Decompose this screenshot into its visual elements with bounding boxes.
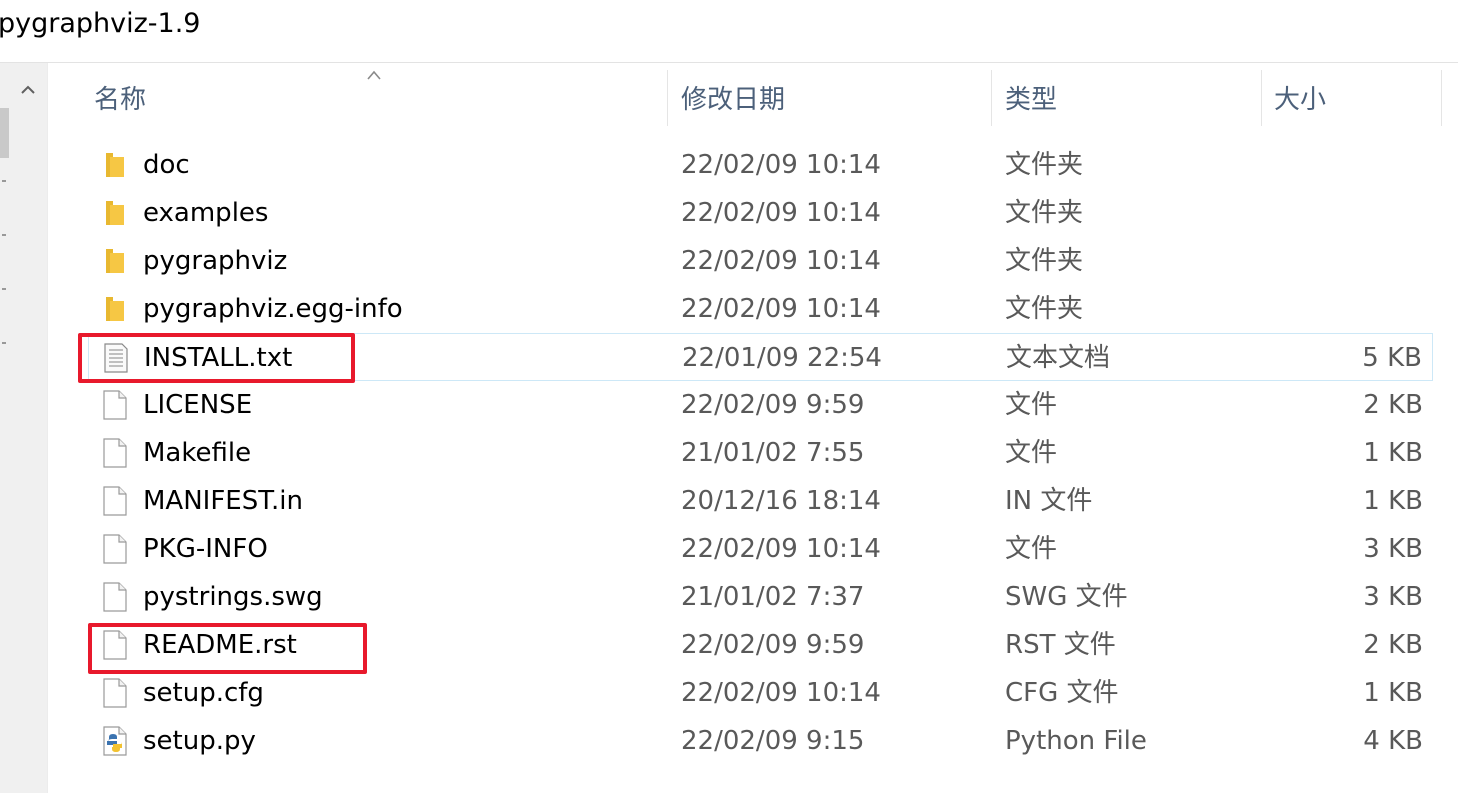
folder-icon <box>102 150 128 180</box>
file-row[interactable]: pygraphviz 22/02/09 10:14 文件夹 <box>88 237 1433 285</box>
file-row[interactable]: pygraphviz.egg-info 22/02/09 10:14 文件夹 <box>88 285 1433 333</box>
file-modified-date: 21/01/02 7:37 <box>681 582 865 612</box>
nav-pane-scrollbar[interactable] <box>0 63 47 793</box>
file-row[interactable]: setup.py 22/02/09 9:15 Python File 4 KB <box>88 717 1433 765</box>
file-row[interactable]: LICENSE 22/02/09 9:59 文件 2 KB <box>88 381 1433 429</box>
file-type: 文件夹 <box>1005 246 1084 276</box>
file-size: 3 KB <box>1363 534 1423 564</box>
file-size: 1 KB <box>1363 678 1423 708</box>
sort-ascending-icon <box>366 66 382 80</box>
column-header-date[interactable]: 修改日期 <box>681 80 785 120</box>
file-row[interactable]: Makefile 21/01/02 7:55 文件 1 KB <box>88 429 1433 477</box>
file-icon <box>102 678 128 708</box>
column-header-type[interactable]: 类型 <box>1005 80 1057 120</box>
file-name: pygraphviz.egg-info <box>143 294 403 324</box>
file-modified-date: 22/02/09 10:14 <box>681 294 881 324</box>
file-type: 文件 <box>1005 534 1058 564</box>
file-size: 2 KB <box>1363 390 1423 420</box>
column-header-size[interactable]: 大小 <box>1274 80 1326 120</box>
file-type: CFG 文件 <box>1005 678 1119 708</box>
python-file-icon <box>102 726 128 756</box>
file-type: RST 文件 <box>1005 630 1116 660</box>
file-modified-date: 22/02/09 10:14 <box>681 150 881 180</box>
file-icon <box>102 534 128 564</box>
column-divider[interactable] <box>667 70 668 126</box>
column-header-name[interactable]: 名称 <box>94 80 146 120</box>
file-row[interactable]: pystrings.swg 21/01/02 7:37 SWG 文件 3 KB <box>88 573 1433 621</box>
file-modified-date: 22/02/09 9:59 <box>681 390 865 420</box>
folder-icon <box>102 294 128 324</box>
file-row[interactable]: doc 22/02/09 10:14 文件夹 <box>88 141 1433 189</box>
file-row[interactable]: examples 22/02/09 10:14 文件夹 <box>88 189 1433 237</box>
title-separator <box>0 62 1458 63</box>
file-modified-date: 22/02/09 10:14 <box>681 678 881 708</box>
file-modified-date: 22/02/09 9:15 <box>681 726 865 756</box>
file-size: 2 KB <box>1363 630 1423 660</box>
file-icon <box>102 390 128 420</box>
file-size: 1 KB <box>1363 486 1423 516</box>
nav-pane-marker <box>2 288 6 290</box>
file-icon <box>102 438 128 468</box>
file-name: doc <box>143 150 190 180</box>
file-type: SWG 文件 <box>1005 582 1128 612</box>
file-name: LICENSE <box>143 390 253 420</box>
file-name: examples <box>143 198 269 228</box>
chevron-up-icon[interactable] <box>10 72 46 108</box>
file-icon <box>102 486 128 516</box>
file-size: 1 KB <box>1363 438 1423 468</box>
file-modified-date: 22/02/09 10:14 <box>681 534 881 564</box>
file-modified-date: 22/02/09 9:59 <box>681 630 865 660</box>
column-divider[interactable] <box>991 70 992 126</box>
column-divider[interactable] <box>1261 70 1262 126</box>
annotation-highlight-box <box>78 333 355 383</box>
file-name: pystrings.swg <box>143 582 323 612</box>
file-modified-date: 20/12/16 18:14 <box>681 486 881 516</box>
nav-pane-marker <box>2 234 6 236</box>
file-size: 4 KB <box>1363 726 1423 756</box>
nav-pane-scroll-thumb[interactable] <box>0 108 9 158</box>
window-title: pygraphviz-1.9 <box>0 8 201 39</box>
file-type: 文件 <box>1005 438 1058 468</box>
file-modified-date: 21/01/02 7:55 <box>681 438 865 468</box>
file-name: pygraphviz <box>143 246 288 276</box>
file-row[interactable]: PKG-INFO 22/02/09 10:14 文件 3 KB <box>88 525 1433 573</box>
file-size: 3 KB <box>1363 582 1423 612</box>
file-type: Python File <box>1005 726 1147 756</box>
file-name: setup.py <box>143 726 256 756</box>
file-type: 文本文档 <box>1006 343 1111 373</box>
column-divider[interactable] <box>1441 70 1442 126</box>
pane-divider <box>47 63 52 793</box>
file-size: 5 KB <box>1362 343 1422 373</box>
file-icon <box>102 582 128 612</box>
nav-pane-marker <box>2 342 6 344</box>
file-name: setup.cfg <box>143 678 264 708</box>
file-name: PKG-INFO <box>143 534 268 564</box>
file-modified-date: 22/02/09 10:14 <box>681 246 881 276</box>
annotation-highlight-box <box>88 623 367 674</box>
file-type: 文件夹 <box>1005 198 1084 228</box>
file-type: 文件夹 <box>1005 150 1084 180</box>
file-type: IN 文件 <box>1005 486 1093 516</box>
folder-icon <box>102 246 128 276</box>
file-name: Makefile <box>143 438 252 468</box>
file-modified-date: 22/02/09 10:14 <box>681 198 881 228</box>
file-type: 文件 <box>1005 390 1058 420</box>
folder-icon <box>102 198 128 228</box>
file-type: 文件夹 <box>1005 294 1084 324</box>
file-name: MANIFEST.in <box>143 486 303 516</box>
file-modified-date: 22/01/09 22:54 <box>682 343 882 373</box>
file-row[interactable]: MANIFEST.in 20/12/16 18:14 IN 文件 1 KB <box>88 477 1433 525</box>
file-row[interactable]: setup.cfg 22/02/09 10:14 CFG 文件 1 KB <box>88 669 1433 717</box>
nav-pane-marker <box>2 180 6 182</box>
